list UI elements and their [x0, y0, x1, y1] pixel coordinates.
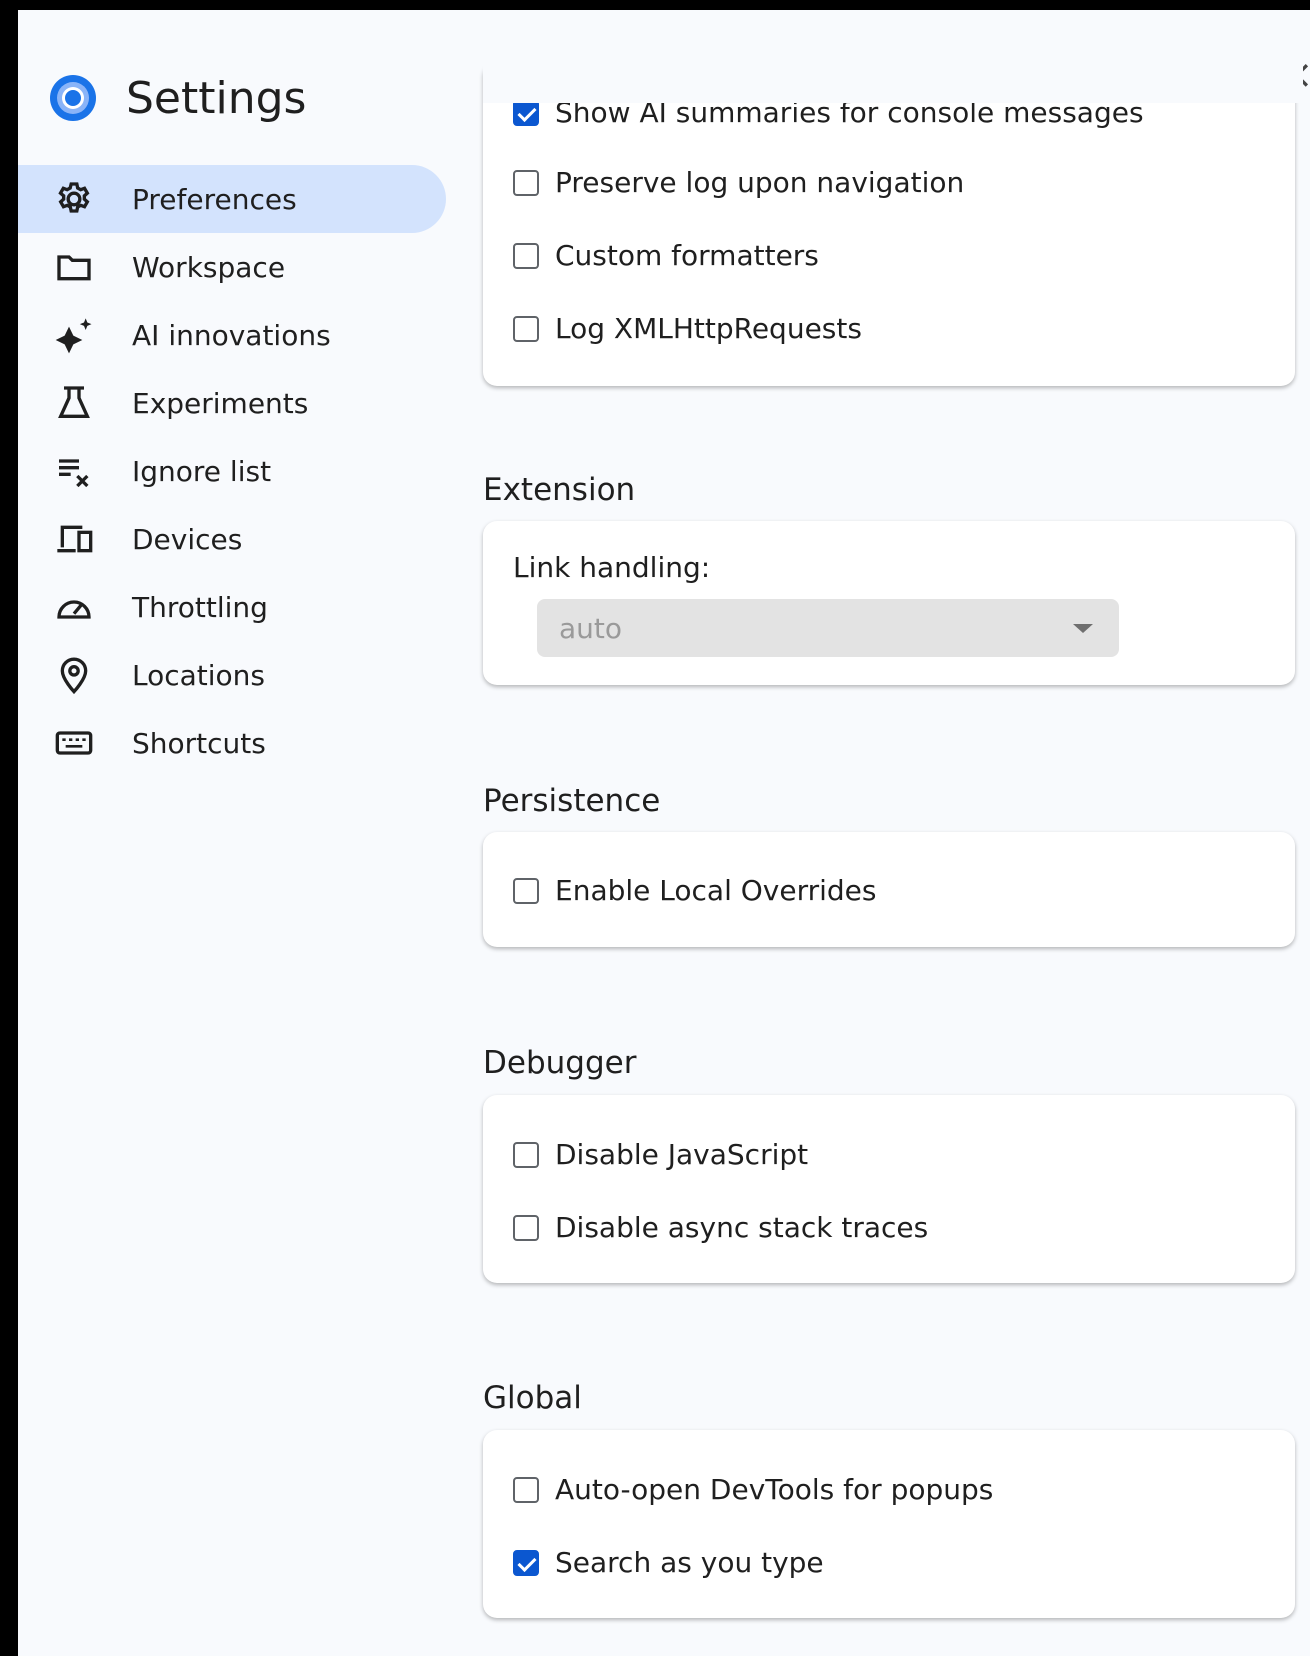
disable-javascript-checkbox[interactable]: Disable JavaScript	[513, 1138, 808, 1171]
dropdown-arrow-icon	[1073, 624, 1093, 633]
sidebar: Preferences Workspace AI innovations Exp…	[18, 165, 446, 777]
devices-icon	[54, 519, 94, 559]
checkbox[interactable]	[513, 99, 539, 126]
sidebar-item-shortcuts[interactable]: Shortcuts	[18, 709, 446, 777]
global-card: Auto-open DevTools for popups Search as …	[483, 1430, 1295, 1618]
sparkle-icon	[54, 315, 94, 355]
preserve-log-checkbox[interactable]: Preserve log upon navigation	[513, 166, 964, 199]
sidebar-item-locations[interactable]: Locations	[18, 641, 446, 709]
checkbox-label: Custom formatters	[555, 239, 819, 272]
disable-async-stack-traces-checkbox[interactable]: Disable async stack traces	[513, 1211, 928, 1244]
debugger-section-title: Debugger	[483, 1045, 637, 1081]
sidebar-item-label: Shortcuts	[132, 726, 266, 760]
checkbox[interactable]	[513, 1141, 539, 1168]
enable-local-overrides-checkbox[interactable]: Enable Local Overrides	[513, 874, 876, 907]
sidebar-item-label: Locations	[132, 658, 266, 692]
console-card: Show AI summaries for console messages P…	[483, 62, 1295, 386]
link-handling-select[interactable]: auto	[537, 599, 1119, 657]
keyboard-icon	[54, 723, 94, 763]
sidebar-item-label: Preferences	[132, 182, 297, 216]
sidebar-item-label: Experiments	[132, 386, 309, 420]
sidebar-item-label: Ignore list	[132, 454, 272, 488]
settings-dialog: Settings × Preferences Workspace AI inno…	[18, 10, 1310, 1656]
sidebar-item-label: AI innovations	[132, 318, 331, 352]
chrome-logo-icon	[48, 73, 98, 123]
select-value: auto	[559, 611, 623, 645]
extension-section-title: Extension	[483, 472, 636, 508]
folder-icon	[54, 247, 94, 287]
sidebar-item-ignore-list[interactable]: Ignore list	[18, 437, 446, 505]
checkbox[interactable]	[513, 1549, 539, 1576]
debugger-card: Disable JavaScript Disable async stack t…	[483, 1095, 1295, 1283]
extension-card: Link handling: auto	[483, 521, 1295, 685]
page-title: Settings	[126, 72, 307, 124]
location-pin-icon	[54, 655, 94, 695]
checkbox[interactable]	[513, 315, 539, 342]
custom-formatters-checkbox[interactable]: Custom formatters	[513, 239, 819, 272]
checkbox[interactable]	[513, 169, 539, 196]
sidebar-item-throttling[interactable]: Throttling	[18, 573, 446, 641]
settings-header: Settings	[48, 68, 306, 128]
sidebar-item-label: Devices	[132, 522, 243, 556]
flask-icon	[54, 383, 94, 423]
checkbox-label: Log XMLHttpRequests	[555, 312, 862, 345]
checkbox[interactable]	[513, 877, 539, 904]
settings-content: Show AI summaries for console messages P…	[483, 10, 1303, 1656]
sidebar-item-ai-innovations[interactable]: AI innovations	[18, 301, 446, 369]
auto-open-devtools-checkbox[interactable]: Auto-open DevTools for popups	[513, 1473, 993, 1506]
checkbox[interactable]	[513, 1214, 539, 1241]
scroll-clip	[483, 10, 1303, 103]
sidebar-item-experiments[interactable]: Experiments	[18, 369, 446, 437]
checkbox[interactable]	[513, 242, 539, 269]
checkbox-label: Search as you type	[555, 1546, 824, 1579]
sidebar-item-preferences[interactable]: Preferences	[18, 165, 446, 233]
sidebar-item-workspace[interactable]: Workspace	[18, 233, 446, 301]
sidebar-item-devices[interactable]: Devices	[18, 505, 446, 573]
checkbox[interactable]	[513, 1476, 539, 1503]
log-xmlhttprequests-checkbox[interactable]: Log XMLHttpRequests	[513, 312, 862, 345]
search-as-you-type-checkbox[interactable]: Search as you type	[513, 1546, 824, 1579]
checkbox-label: Auto-open DevTools for popups	[555, 1473, 994, 1506]
link-handling-label: Link handling:	[513, 551, 711, 584]
checkbox-label: Enable Local Overrides	[555, 874, 877, 907]
checkbox-label: Disable JavaScript	[555, 1138, 809, 1171]
checkbox-label: Preserve log upon navigation	[555, 166, 965, 199]
sidebar-item-label: Throttling	[132, 590, 268, 624]
checkbox-label: Disable async stack traces	[555, 1211, 929, 1244]
sidebar-item-label: Workspace	[132, 250, 286, 284]
gear-icon	[54, 179, 94, 219]
global-section-title: Global	[483, 1380, 582, 1416]
persistence-section-title: Persistence	[483, 783, 661, 819]
ignore-list-icon	[54, 451, 94, 491]
speedometer-icon	[54, 587, 94, 627]
persistence-card: Enable Local Overrides	[483, 832, 1295, 947]
